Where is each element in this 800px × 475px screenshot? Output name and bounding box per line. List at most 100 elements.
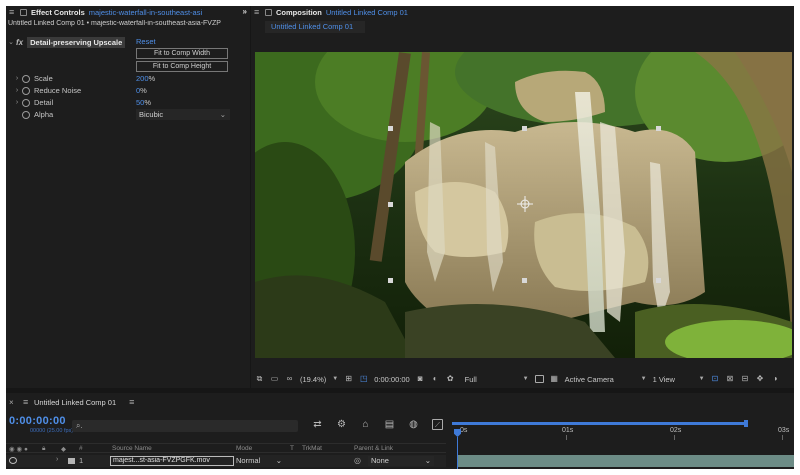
comp-viewer-tab[interactable]: Untitled Linked Comp 01	[265, 21, 366, 33]
resolution-select[interactable]: Full	[465, 375, 517, 384]
toggle-pixel-aspect-icon[interactable]: ⊡	[711, 375, 720, 383]
lock-column-icon[interactable]: 🔒︎	[42, 445, 45, 453]
property-label: Detail	[34, 98, 54, 107]
property-row-scale: › Scale 200%	[6, 73, 250, 84]
stopwatch-icon[interactable]	[22, 74, 30, 83]
composition-tab[interactable]: ≡ Composition Untitled Linked Comp 01	[251, 6, 794, 18]
column-parent: Parent & Link	[354, 445, 394, 452]
property-value[interactable]: 200	[136, 74, 149, 83]
work-area-bar[interactable]	[452, 422, 746, 425]
flowchart-icon[interactable]: ✥	[756, 375, 765, 383]
lock-icon[interactable]	[265, 8, 272, 16]
stopwatch-icon[interactable]	[22, 98, 30, 107]
color-channels-icon[interactable]: ✿	[446, 375, 455, 383]
panel-title: Composition	[276, 7, 322, 17]
mask-visibility-icon[interactable]: ◳	[359, 375, 368, 383]
stopwatch-icon[interactable]	[22, 86, 30, 95]
comp-link[interactable]: Untitled Linked Comp 01	[326, 8, 408, 17]
column-trkmat: TrkMat	[302, 445, 322, 452]
monitor-icon[interactable]: ▭	[270, 375, 279, 383]
layer-duration-bar[interactable]	[458, 455, 794, 467]
zoom-select[interactable]: (19.4%)	[300, 375, 326, 384]
work-area-end-handle[interactable]	[744, 420, 748, 427]
chevron-down-icon: ▼	[698, 376, 705, 382]
vr-goggles-icon[interactable]: ∞	[285, 375, 294, 383]
chevron-down-icon: ⌄	[275, 456, 282, 465]
label-column-icon[interactable]: ◆	[61, 445, 66, 453]
property-row-detail: › Detail 50%	[6, 97, 250, 108]
panel-menu-icon[interactable]: ≡	[6, 7, 20, 17]
close-icon[interactable]: ×	[6, 398, 20, 407]
view-layout-select[interactable]: 1 View	[653, 375, 693, 384]
fit-to-comp-height-button[interactable]: Fit to Comp Height	[136, 61, 228, 72]
fit-to-comp-width-button[interactable]: Fit to Comp Width	[136, 48, 228, 59]
waterfall-video-frame	[255, 52, 792, 358]
chevron-down-icon: ▼	[332, 376, 339, 382]
ruler-label: 0s	[460, 427, 468, 434]
region-of-interest-icon[interactable]	[534, 375, 544, 383]
ruler-tick	[674, 435, 675, 440]
layer-number: 1	[79, 456, 84, 465]
column-mode: Mode	[236, 445, 253, 452]
playhead-handle[interactable]	[454, 429, 461, 437]
composition-panel: ≡ Composition Untitled Linked Comp 01 Un…	[251, 6, 794, 388]
chevron-right-icon[interactable]: ›	[12, 75, 22, 82]
effect-controls-tab[interactable]: ≡ Effect Controls majestic-waterfall-in-…	[6, 6, 250, 18]
parent-select[interactable]: None ⌄	[368, 456, 434, 466]
fast-previews-icon[interactable]: ⊠	[726, 375, 735, 383]
composition-viewer[interactable]	[255, 52, 792, 358]
timeline-timecode[interactable]: 0:00:00:00	[9, 415, 66, 427]
reset-exposure-icon[interactable]: ◑	[771, 375, 780, 383]
ruler-label: 01s	[562, 427, 574, 434]
property-label: Reduce Noise	[34, 86, 82, 95]
frame-blending-icon[interactable]: ▤	[384, 419, 395, 430]
camera-select[interactable]: Active Camera	[565, 375, 635, 384]
graph-editor-icon[interactable]: ⟋	[432, 419, 443, 430]
chevron-down-icon: ⌄	[219, 110, 226, 119]
more-panels-icon[interactable]: »	[243, 7, 247, 16]
timeline-icon[interactable]: ⊟	[741, 375, 750, 383]
chevron-right-icon[interactable]: ›	[12, 99, 22, 106]
panel-options-icon[interactable]: ≡	[126, 397, 140, 407]
timeline-panel: × ≡ Untitled Linked Comp 01 ≡ 0:00:00:00…	[6, 393, 794, 469]
timeline-tab[interactable]: × ≡ Untitled Linked Comp 01 ≡	[6, 396, 794, 408]
timeline-track-area[interactable]: 0s 01s 02s 03s	[448, 419, 794, 469]
stopwatch-icon[interactable]	[22, 110, 30, 119]
layer-row[interactable]: › 1 majest...st-asia-FVZPGFK.mov Normal ⌄…	[6, 455, 446, 467]
label-color-swatch[interactable]	[68, 458, 75, 464]
alpha-select[interactable]: Bicubic ⌄	[136, 109, 230, 120]
property-row-reduce-noise: › Reduce Noise 0%	[6, 85, 250, 96]
effect-name[interactable]: Detail-preserving Upscale	[27, 36, 126, 48]
frame-rate-readout: 00000 (25.00 fps)	[30, 428, 74, 434]
av-features-icon[interactable]: ◉ ◉ ●	[9, 445, 28, 453]
pick-whip-icon[interactable]: ◎	[354, 456, 361, 465]
ruler-tick	[566, 435, 567, 440]
current-time[interactable]: 0:00:00:00	[374, 375, 409, 384]
chevron-right-icon[interactable]: ›	[12, 87, 22, 94]
reset-button[interactable]: Reset	[136, 37, 156, 46]
show-snapshot-icon[interactable]: ◐	[431, 375, 440, 383]
transparency-grid-icon[interactable]: ▦	[550, 375, 559, 383]
timeline-search-input[interactable]: ⌕.	[72, 420, 298, 432]
motion-blur-icon[interactable]: ◍	[408, 419, 419, 430]
blend-mode-select[interactable]: Normal ⌄	[236, 456, 284, 466]
always-preview-icon[interactable]: ⧉	[255, 375, 264, 383]
snapshot-icon[interactable]: ◙	[416, 375, 425, 383]
property-unit: %	[148, 74, 156, 83]
hide-shy-layers-icon[interactable]: ⌂	[360, 419, 371, 430]
fx-toggle[interactable]: fx	[16, 38, 23, 47]
layer-source-name[interactable]: majest...st-asia-FVZPGFK.mov	[110, 456, 234, 466]
property-label: Scale	[34, 74, 53, 83]
column-source-name[interactable]: Source Name	[112, 445, 152, 452]
composition-mini-flowchart-icon[interactable]: ⇄	[312, 419, 323, 430]
layer-link[interactable]: majestic-waterfall-in-southeast-asi	[89, 8, 202, 17]
draft-3d-icon[interactable]: ⚙	[336, 419, 347, 430]
eye-icon[interactable]	[9, 457, 17, 464]
grid-guides-icon[interactable]: ⊞	[344, 375, 353, 383]
lock-icon[interactable]	[20, 8, 27, 16]
chevron-down-icon[interactable]: ⌄	[6, 38, 16, 46]
chevron-right-icon[interactable]: ›	[56, 456, 58, 463]
composition-toolbar: ⧉ ▭ ∞ (19.4%) ▼ ⊞ ◳ 0:00:00:00 ◙ ◐ ✿ Ful…	[251, 372, 794, 386]
panel-menu-icon[interactable]: ≡	[251, 7, 265, 17]
panel-menu-icon[interactable]: ≡	[20, 397, 34, 407]
